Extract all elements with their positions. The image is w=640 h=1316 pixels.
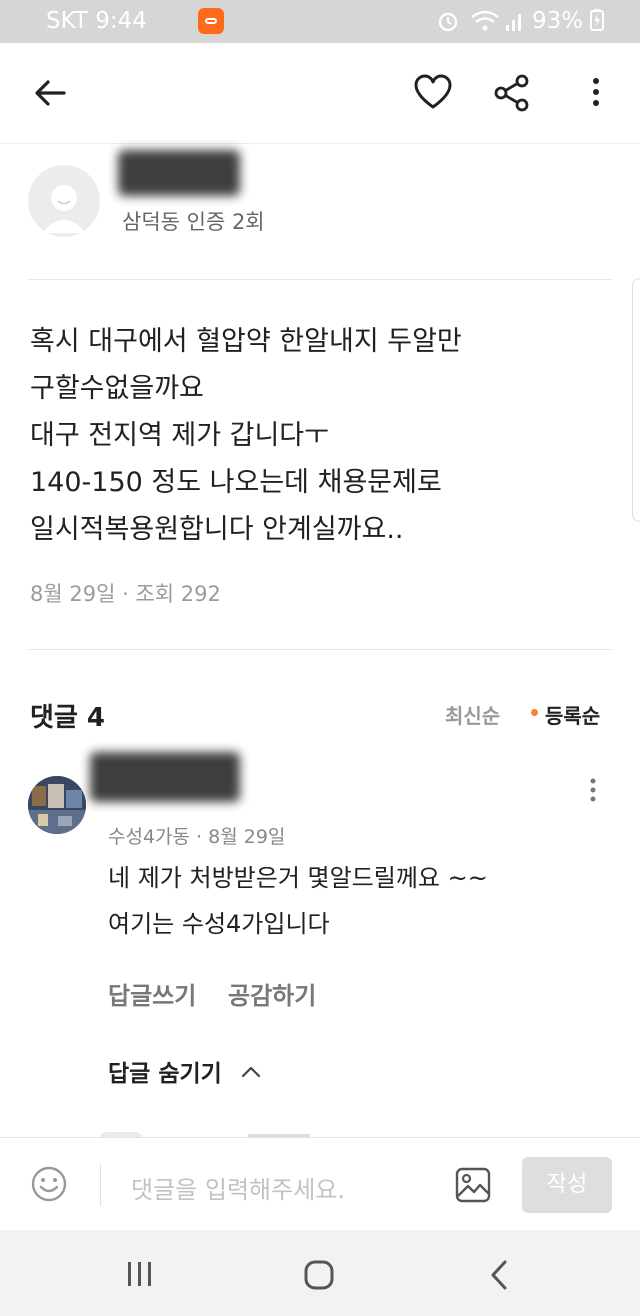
app-bar bbox=[0, 43, 640, 144]
comment-more-button[interactable] bbox=[582, 778, 604, 804]
sort-registered-button[interactable]: 등록순 bbox=[545, 700, 600, 729]
like-comment-button[interactable]: 공감하기 bbox=[228, 976, 316, 1011]
hide-replies-label: 답글 숨기기 bbox=[108, 1061, 222, 1087]
author-avatar[interactable] bbox=[28, 165, 100, 237]
post-line: 대구 전지역 제가 갑니다ㅜ bbox=[30, 420, 329, 451]
redacted-author-name bbox=[118, 150, 240, 196]
post-content: 혹시 대구에서 혈압약 한알내지 두알만 구할수없을까요 대구 전지역 제가 갑… bbox=[30, 318, 462, 553]
share-icon bbox=[494, 74, 529, 112]
comment-line: 여기는 수성4가입니다 bbox=[108, 910, 330, 938]
arrow-left-icon bbox=[35, 80, 66, 106]
recent-apps-button[interactable] bbox=[126, 1260, 154, 1288]
commenter-avatar[interactable] bbox=[28, 776, 86, 834]
more-options-button[interactable] bbox=[584, 75, 608, 111]
status-icons bbox=[436, 7, 531, 41]
comment-line: 네 제가 처방받은거 몇알드릴께요 ~~ bbox=[108, 864, 488, 892]
post-views: 조회 292 bbox=[135, 582, 221, 606]
carrier-time: SKT 9:44 bbox=[46, 8, 147, 34]
share-button[interactable] bbox=[492, 73, 532, 113]
heart-icon bbox=[414, 74, 452, 109]
post-line: 혹시 대구에서 혈압약 한알내지 두알만 bbox=[30, 326, 462, 357]
post-date: 8월 29일 bbox=[30, 582, 116, 606]
divider bbox=[28, 279, 612, 280]
alarm-wifi-signal-icon bbox=[438, 10, 521, 32]
comment-input[interactable]: 댓글을 입력해주세요. bbox=[131, 1170, 345, 1205]
emoji-button[interactable] bbox=[30, 1165, 70, 1205]
input-divider bbox=[100, 1164, 101, 1206]
redacted-commenter-name bbox=[90, 752, 240, 802]
image-icon bbox=[455, 1167, 491, 1203]
status-bar: SKT 9:44 93% bbox=[0, 0, 640, 43]
meta-separator: · bbox=[122, 582, 136, 606]
back-button[interactable] bbox=[30, 73, 70, 113]
hide-replies-button[interactable]: 답글 숨기기 bbox=[108, 1054, 262, 1088]
divider bbox=[28, 649, 612, 650]
submit-comment-button[interactable]: 작성 bbox=[522, 1157, 612, 1213]
back-nav-button[interactable] bbox=[488, 1259, 510, 1291]
kebab-menu-icon bbox=[590, 778, 596, 802]
attach-image-button[interactable] bbox=[455, 1167, 491, 1203]
comments-title: 댓글 4 bbox=[30, 703, 105, 733]
sort-latest-button[interactable]: 최신순 bbox=[445, 700, 500, 729]
comment-meta: 수성4가동 · 8월 29일 bbox=[108, 826, 286, 848]
kebab-menu-icon bbox=[593, 78, 599, 106]
chevron-up-icon bbox=[241, 1066, 260, 1078]
battery-charging-icon bbox=[590, 9, 605, 31]
recent-apps-icon bbox=[128, 1262, 151, 1286]
reply-button[interactable]: 답글쓰기 bbox=[108, 976, 196, 1011]
sort-active-dot bbox=[531, 709, 538, 716]
default-avatar-icon bbox=[42, 185, 86, 233]
post-line: 140-150 정도 나오는데 채용문제로 bbox=[30, 467, 442, 498]
post-line: 일시적복용원합니다 안계실까요.. bbox=[30, 514, 404, 545]
app-notification-icon bbox=[198, 8, 224, 34]
post-meta: 8월 29일 · 조회 292 bbox=[30, 578, 221, 608]
smiley-icon bbox=[31, 1166, 67, 1202]
comment-input-bar: 댓글을 입력해주세요. 작성 bbox=[0, 1137, 640, 1231]
home-icon bbox=[304, 1260, 334, 1290]
commenter-photo bbox=[28, 776, 86, 834]
battery-level: 93% bbox=[532, 8, 605, 34]
system-nav-bar bbox=[0, 1230, 640, 1316]
author-location: 삼덕동 인증 2회 bbox=[122, 210, 265, 234]
comment-body: 네 제가 처방받은거 몇알드릴께요 ~~ 여기는 수성4가입니다 bbox=[108, 855, 488, 947]
home-button[interactable] bbox=[303, 1259, 335, 1291]
edge-panel-handle[interactable] bbox=[632, 278, 640, 522]
like-button[interactable] bbox=[413, 73, 455, 113]
post-line: 구할수없을까요 bbox=[30, 373, 204, 404]
chevron-left-icon bbox=[491, 1260, 507, 1290]
battery-percent: 93% bbox=[532, 8, 584, 34]
